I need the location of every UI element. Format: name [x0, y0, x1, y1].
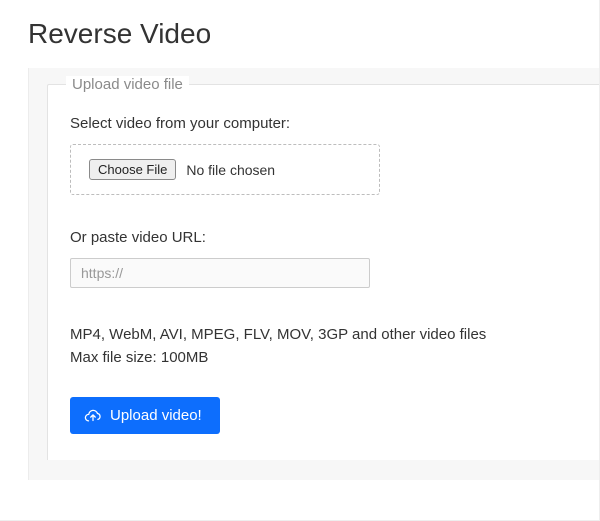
- video-url-input[interactable]: [70, 258, 370, 288]
- cloud-upload-icon: [84, 409, 102, 423]
- formats-info: MP4, WebM, AVI, MPEG, FLV, MOV, 3GP and …: [70, 324, 577, 369]
- file-status-text: No file chosen: [186, 162, 275, 178]
- upload-panel: Upload video file Select video from your…: [28, 68, 599, 480]
- main-container: Reverse Video Upload video file Select v…: [0, 0, 600, 521]
- upload-video-button[interactable]: Upload video!: [70, 397, 220, 434]
- select-video-label: Select video from your computer:: [70, 115, 577, 132]
- upload-button-label: Upload video!: [110, 407, 202, 424]
- fieldset-legend: Upload video file: [66, 76, 189, 93]
- url-label: Or paste video URL:: [70, 229, 577, 246]
- file-drop-zone[interactable]: Choose File No file chosen: [70, 144, 380, 195]
- formats-line: MP4, WebM, AVI, MPEG, FLV, MOV, 3GP and …: [70, 324, 577, 347]
- page-title: Reverse Video: [28, 18, 599, 50]
- upload-fieldset: Upload video file Select video from your…: [47, 84, 599, 460]
- max-size-line: Max file size: 100MB: [70, 347, 577, 370]
- choose-file-button[interactable]: Choose File: [89, 159, 176, 180]
